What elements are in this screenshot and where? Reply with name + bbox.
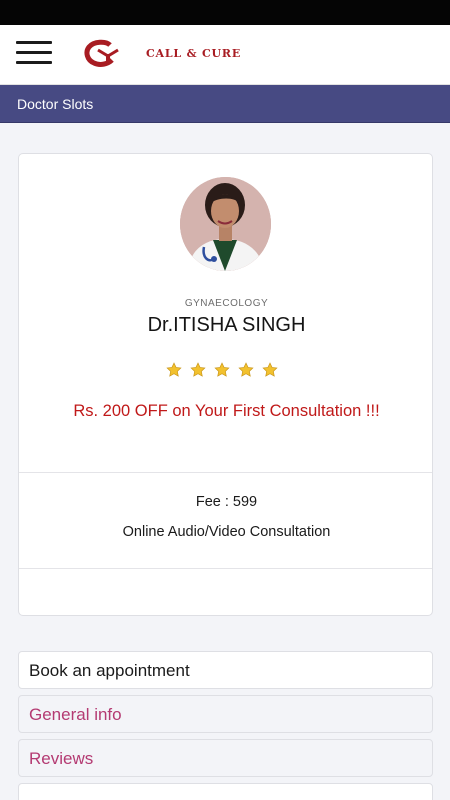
star-icon — [166, 362, 182, 377]
doctor-name: Dr.ITISHA SINGH — [147, 314, 306, 336]
star-icon — [214, 362, 230, 377]
brand-logo[interactable]: CALL & CURE — [84, 38, 274, 68]
rating-stars — [166, 362, 281, 380]
first-consultation-offer: Rs. 200 OFF on Your First Consultation !… — [73, 402, 380, 420]
card-divider — [19, 472, 432, 473]
hamburger-menu-icon[interactable] — [16, 39, 52, 67]
page-title: Doctor Slots — [17, 96, 94, 112]
brand-name: CALL & CURE — [146, 47, 242, 60]
star-icon — [262, 362, 278, 377]
card-divider — [19, 568, 432, 569]
doctor-avatar — [180, 177, 271, 271]
next-section-partial[interactable] — [18, 783, 433, 800]
general-info-section[interactable]: General info — [18, 695, 433, 733]
star-icon — [238, 362, 254, 377]
consultation-type: Online Audio/Video Consultation — [122, 524, 331, 540]
book-appointment-label: Book an appointment — [29, 661, 190, 680]
general-info-label: General info — [29, 705, 122, 724]
reviews-section[interactable]: Reviews — [18, 739, 433, 777]
doctor-specialty: GYNAECOLOGY — [184, 298, 269, 309]
doctor-card: GYNAECOLOGY Dr.ITISHA SINGH Rs. 200 OFF … — [18, 153, 433, 616]
consultation-fee: Fee : 599 — [195, 494, 258, 510]
app-header: CALL & CURE — [0, 25, 450, 85]
page-title-bar: Doctor Slots — [0, 85, 450, 123]
reviews-label: Reviews — [29, 749, 94, 768]
star-icon — [190, 362, 206, 377]
book-appointment-section[interactable]: Book an appointment — [18, 651, 433, 689]
logo-mark-icon — [84, 39, 119, 67]
status-bar — [0, 0, 450, 25]
